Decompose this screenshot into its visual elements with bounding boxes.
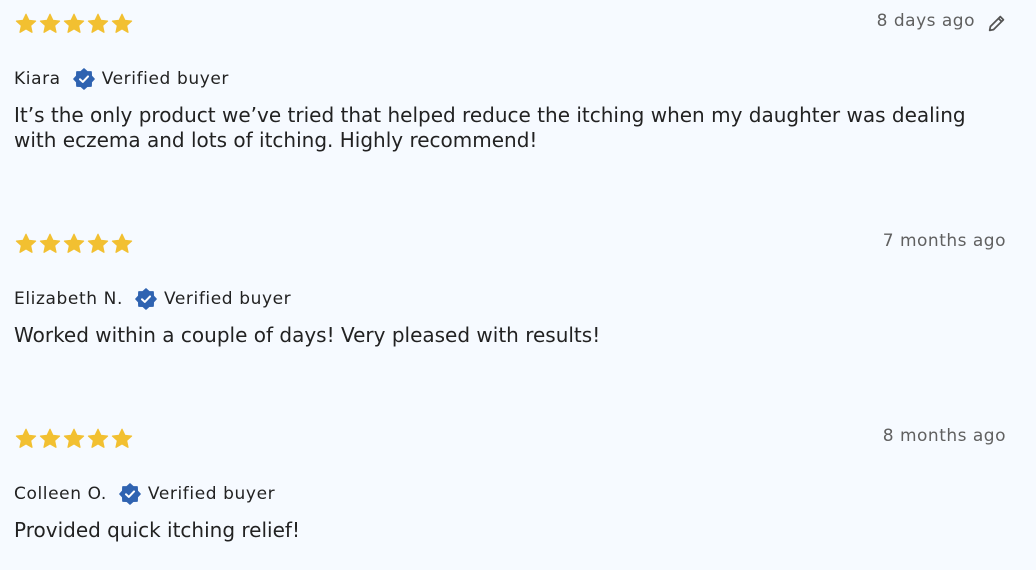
author-line: Kiara Verified buyer: [14, 67, 229, 91]
author-line: Elizabeth N. Verified buyer: [14, 287, 291, 311]
star-icon: [39, 233, 61, 253]
review-date: 8 months ago: [882, 426, 1006, 446]
review-text: Provided quick itching relief!: [14, 518, 300, 542]
star-icon: [39, 428, 61, 448]
pencil-icon[interactable]: [986, 12, 1008, 34]
review-date: 8 days ago: [876, 11, 975, 31]
author-line: Colleen O. Verified buyer: [14, 482, 275, 506]
star-icon: [63, 233, 85, 253]
star-icon: [87, 428, 109, 448]
author-name: Colleen O.: [14, 484, 107, 504]
verified-label: Verified buyer: [163, 289, 292, 309]
star-rating: [14, 427, 134, 451]
star-icon: [15, 13, 37, 33]
star-rating: [14, 232, 134, 256]
star-icon: [111, 13, 133, 33]
verified-label: Verified buyer: [147, 484, 276, 504]
author-name: Kiara: [14, 69, 61, 89]
star-icon: [63, 428, 85, 448]
review-date: 7 months ago: [882, 231, 1006, 251]
star-icon: [39, 13, 61, 33]
star-icon: [15, 233, 37, 253]
star-icon: [87, 13, 109, 33]
star-icon: [111, 428, 133, 448]
star-rating: [14, 12, 134, 36]
review-text: It’s the only product we’ve tried that h…: [14, 103, 966, 152]
verified-badge-icon: [119, 483, 141, 505]
author-name: Elizabeth N.: [14, 289, 123, 309]
star-icon: [111, 233, 133, 253]
star-icon: [87, 233, 109, 253]
verified-label: Verified buyer: [101, 69, 230, 89]
star-icon: [15, 428, 37, 448]
star-icon: [63, 13, 85, 33]
verified-badge-icon: [72, 68, 95, 90]
reviews-list: 8 days ago Kiara Verified buyer It’s the…: [0, 0, 1036, 570]
verified-badge-icon: [135, 288, 157, 310]
review-text: Worked within a couple of days! Very ple…: [14, 323, 601, 347]
